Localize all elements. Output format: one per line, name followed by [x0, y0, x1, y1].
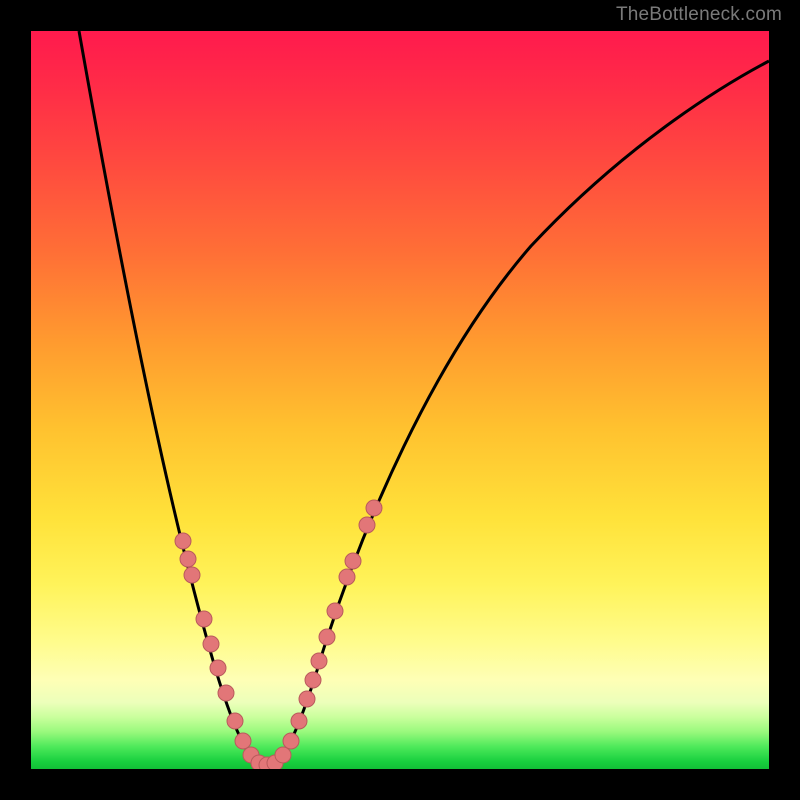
data-marker — [319, 629, 335, 645]
data-marker — [311, 653, 327, 669]
plot-area — [31, 31, 769, 769]
data-marker — [218, 685, 234, 701]
data-marker — [366, 500, 382, 516]
data-marker — [327, 603, 343, 619]
data-marker — [299, 691, 315, 707]
data-marker — [210, 660, 226, 676]
bottleneck-curve — [79, 31, 769, 766]
data-marker — [175, 533, 191, 549]
data-marker — [283, 733, 299, 749]
data-marker — [345, 553, 361, 569]
watermark-text: TheBottleneck.com — [616, 4, 782, 26]
data-marker — [184, 567, 200, 583]
data-marker — [196, 611, 212, 627]
data-marker — [203, 636, 219, 652]
data-marker — [180, 551, 196, 567]
chart-svg — [31, 31, 769, 769]
data-marker — [291, 713, 307, 729]
data-marker — [305, 672, 321, 688]
data-marker — [359, 517, 375, 533]
data-marker — [275, 747, 291, 763]
data-marker — [235, 733, 251, 749]
data-marker — [227, 713, 243, 729]
data-marker — [339, 569, 355, 585]
